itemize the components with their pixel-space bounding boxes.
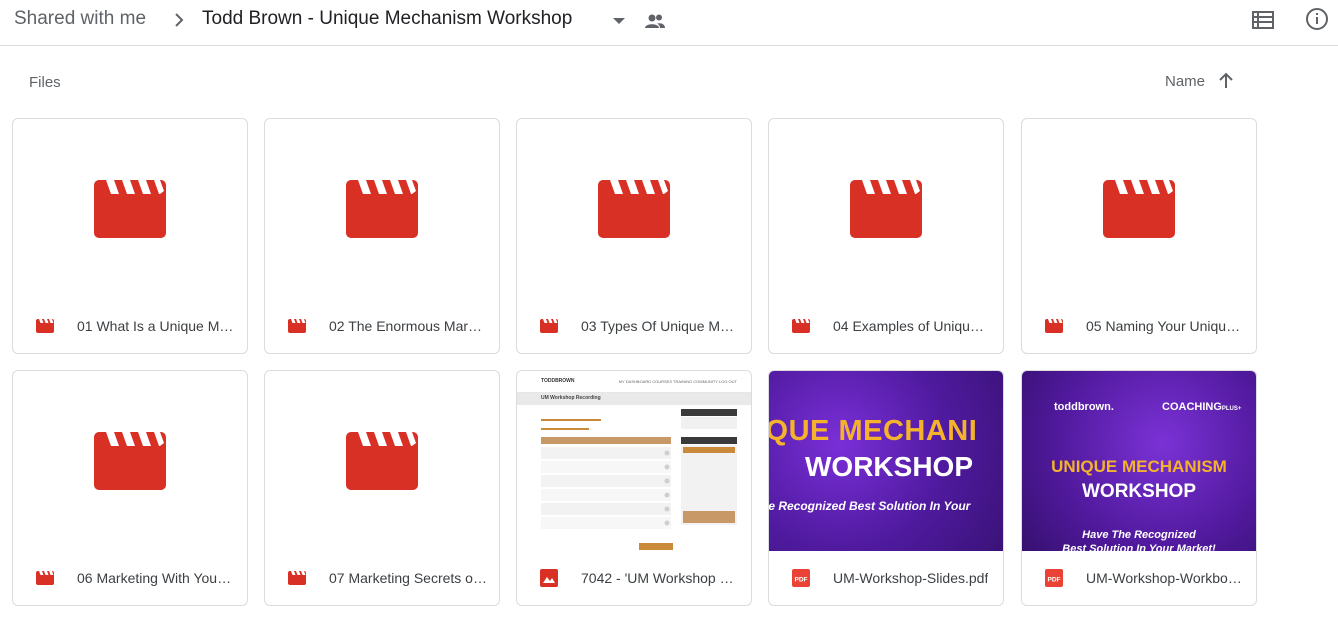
file-card[interactable]: 04 Examples of Unique Mechanism [768,118,1004,354]
video-file-icon [540,319,558,333]
file-card[interactable]: TODDBROWN MY DASHBOARD COURSES TRAINING … [516,370,752,606]
caret-down-icon[interactable] [610,12,628,30]
file-card[interactable]: IQUE MECHANI WORKSHOP he Recognized Best… [768,370,1004,606]
slides-banner-thumbnail: IQUE MECHANI WORKSHOP he Recognized Best… [769,371,1003,551]
shared-people-icon [645,14,665,28]
svg-text:PDF: PDF [1048,577,1061,584]
webpage-screenshot-thumbnail: TODDBROWN MY DASHBOARD COURSES TRAINING … [517,371,751,551]
banner-headline: UNIQUE MECHANISM [1051,457,1227,476]
file-thumbnail [265,371,499,551]
svg-text:PDF: PDF [795,577,808,584]
video-file-icon [288,319,306,333]
video-file-icon [36,319,54,333]
pdf-file-icon: PDF [1045,569,1063,587]
arrow-up-icon[interactable] [1216,70,1236,92]
clapperboard-icon [346,180,418,238]
file-name: 7042 - 'UM Workshop Recording' [581,570,739,586]
breadcrumb-current-folder[interactable]: Todd Brown - Unique Mechanism Workshop [202,8,572,30]
chevron-right-icon [175,13,184,27]
file-thumbnail [13,119,247,299]
file-name: 04 Examples of Unique Mechanism [833,318,991,334]
file-name: 01 What Is a Unique Mechanism [77,318,235,334]
clapperboard-icon [1103,180,1175,238]
file-thumbnail: IQUE MECHANI WORKSHOP he Recognized Best… [769,371,1003,551]
info-icon[interactable] [1304,6,1330,32]
file-name: 06 Marketing With Your Unique Mechanism [77,570,235,586]
file-card[interactable]: 06 Marketing With Your Unique Mechanism [12,370,248,606]
file-thumbnail [517,119,751,299]
top-bar: Shared with me Todd Brown - Unique Mecha… [0,0,1338,46]
banner-subheadline: WORKSHOP [1082,481,1196,502]
file-card[interactable]: 01 What Is a Unique Mechanism [12,118,248,354]
toddbrown-logo: toddbrown. [1054,401,1114,413]
files-section-label: Files [29,74,61,91]
clapperboard-icon [598,180,670,238]
file-thumbnail [13,371,247,551]
banner-subheadline: WORKSHOP [805,451,973,482]
image-file-icon [540,569,558,587]
file-card[interactable]: 07 Marketing Secrets of Unique Mechanism [264,370,500,606]
banner-tagline: Have The Recognized [1082,529,1196,541]
banner-tagline-2: Best Solution In Your Market! [1062,543,1216,551]
file-name: UM-Workshop-Slides.pdf [833,570,989,586]
clapperboard-icon [850,180,922,238]
thumbnail-content-art [541,409,737,550]
file-thumbnail [769,119,1003,299]
pdf-file-icon: PDF [792,569,810,587]
clapperboard-icon [94,432,166,490]
file-thumbnail [1022,119,1256,299]
workbook-banner-thumbnail: toddbrown. COACHINGPLUS+ UNIQUE MECHANIS… [1022,371,1256,551]
list-view-icon[interactable] [1250,7,1276,33]
sort-by-name-button[interactable]: Name [1165,73,1205,90]
file-card[interactable]: toddbrown. COACHINGPLUS+ UNIQUE MECHANIS… [1021,370,1257,606]
video-file-icon [36,571,54,585]
banner-headline: IQUE MECHANI [769,415,978,447]
file-thumbnail [265,119,499,299]
file-card[interactable]: 02 The Enormous Market Value [264,118,500,354]
video-file-icon [288,571,306,585]
file-thumbnail: TODDBROWN MY DASHBOARD COURSES TRAINING … [517,371,751,551]
breadcrumb-shared-with-me[interactable]: Shared with me [14,8,146,30]
file-name: 02 The Enormous Market Value [329,318,487,334]
file-name: 03 Types Of Unique Mechanism [581,318,739,334]
banner-tagline: he Recognized Best Solution In Your [769,499,971,513]
file-name: 05 Naming Your Unique Mechanism [1086,318,1244,334]
video-file-icon [1045,319,1063,333]
file-name: UM-Workshop-Workbook.pdf [1086,570,1244,586]
file-name: 07 Marketing Secrets of Unique Mechanism [329,570,487,586]
file-card[interactable]: 03 Types Of Unique Mechanism [516,118,752,354]
video-file-icon [792,319,810,333]
file-card[interactable]: 05 Naming Your Unique Mechanism [1021,118,1257,354]
file-thumbnail: toddbrown. COACHINGPLUS+ UNIQUE MECHANIS… [1022,371,1256,551]
clapperboard-icon [346,432,418,490]
clapperboard-icon [94,180,166,238]
coaching-logo: COACHINGPLUS+ [1162,401,1242,413]
